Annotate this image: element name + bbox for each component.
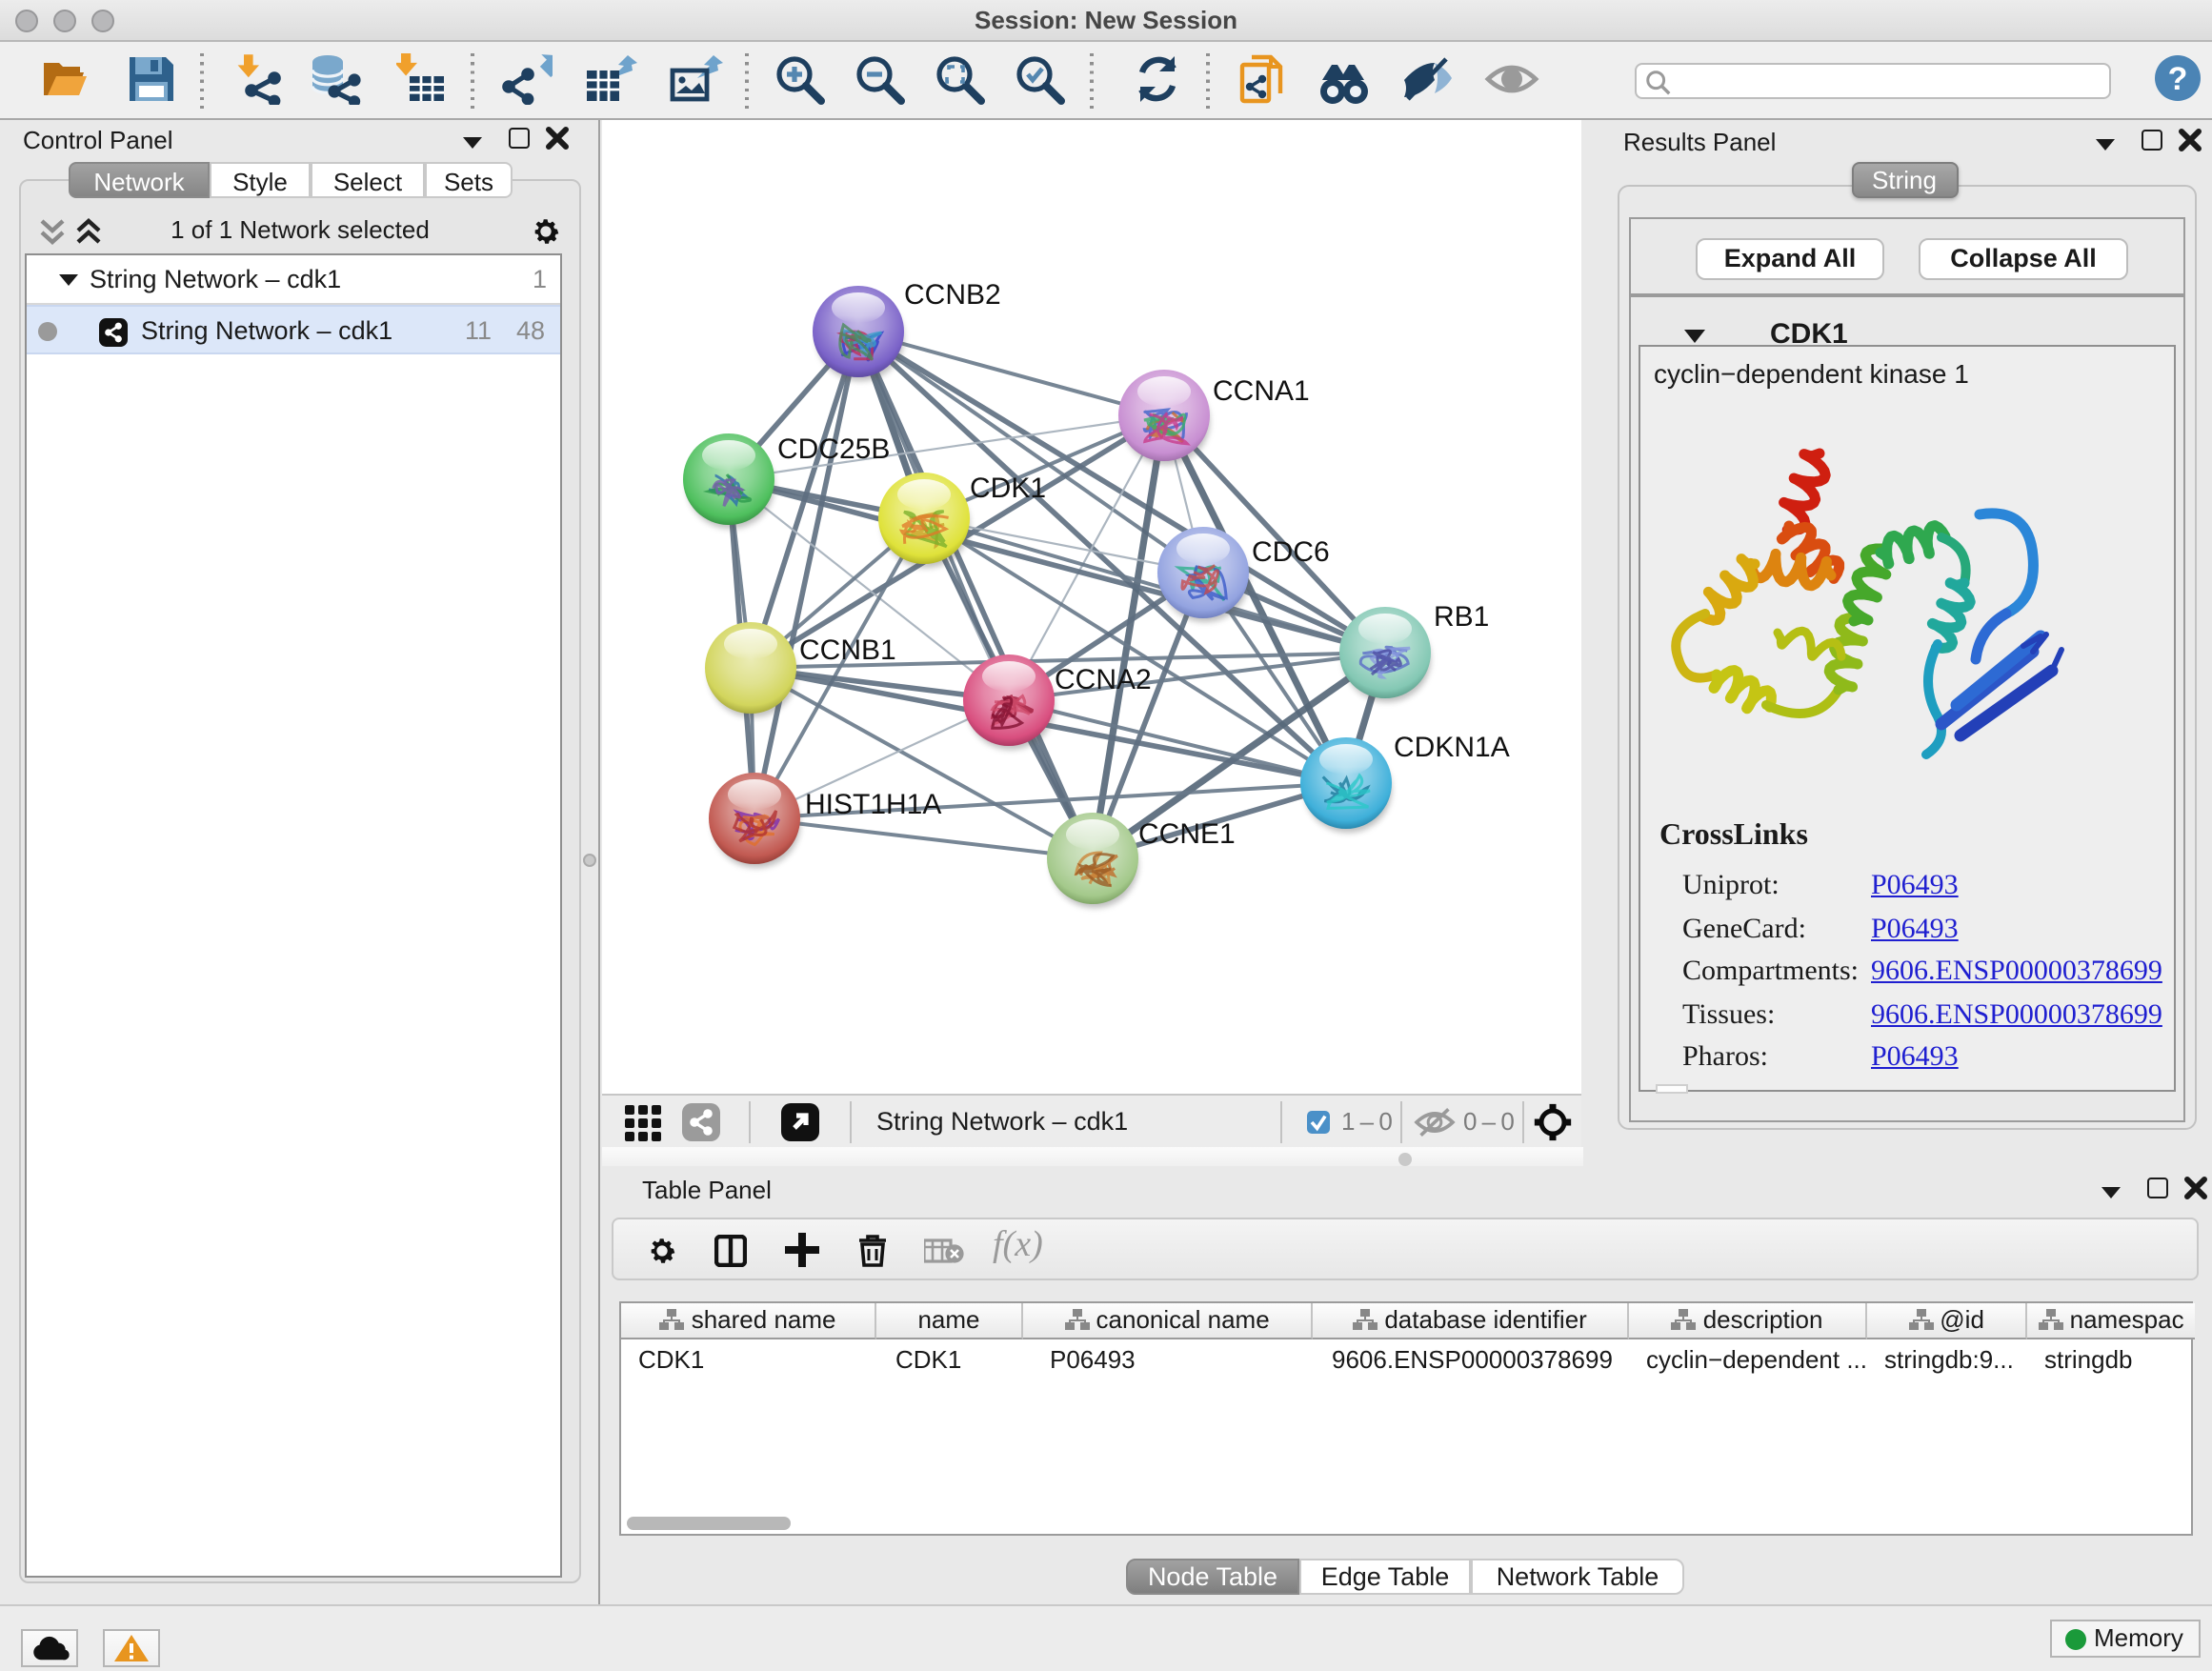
svg-text:CDC25B: CDC25B — [777, 433, 890, 465]
svg-text:CCNA2: CCNA2 — [1055, 664, 1152, 695]
svg-text:CDKN1A: CDKN1A — [1394, 732, 1510, 763]
svg-text:CDK1: CDK1 — [970, 473, 1046, 504]
svg-text:CCNE1: CCNE1 — [1138, 818, 1236, 850]
svg-text:CCNB2: CCNB2 — [904, 279, 1001, 311]
svg-text:?: ? — [2168, 61, 2188, 97]
svg-text:HIST1H1A: HIST1H1A — [805, 789, 941, 820]
svg-text:RB1: RB1 — [1434, 601, 1489, 633]
svg-text:CDC6: CDC6 — [1252, 536, 1330, 568]
svg-text:CCNB1: CCNB1 — [799, 634, 896, 666]
svg-text:CCNA1: CCNA1 — [1213, 375, 1310, 407]
